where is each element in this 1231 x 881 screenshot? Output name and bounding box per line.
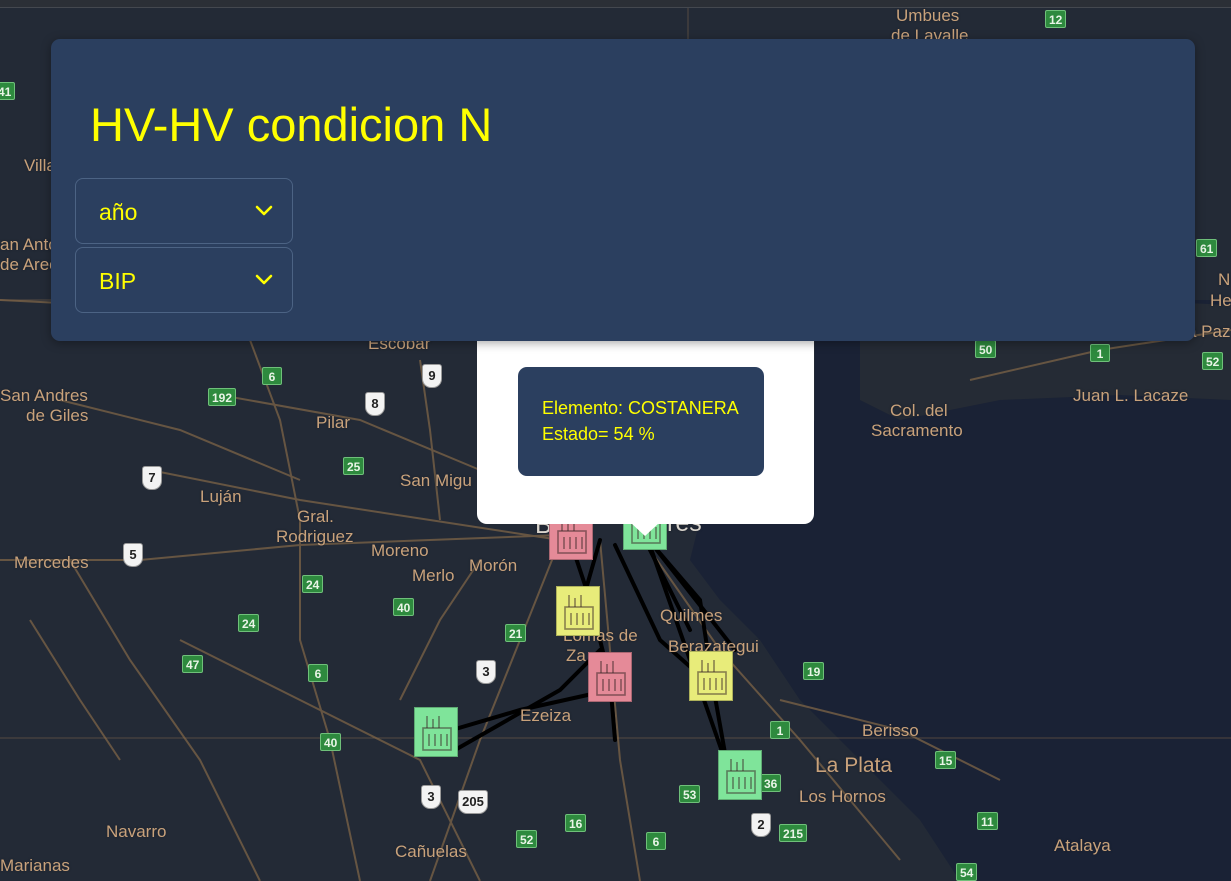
place-label: Navarro [106,822,167,841]
factory-icon [422,716,452,751]
place-label: San Migu [400,471,472,490]
route-shield: 1 [770,721,790,739]
year-select-label: año [99,199,138,225]
route-shield: 16 [565,814,587,832]
route-shield: 3 [421,785,441,809]
factory-icon [596,661,626,696]
route-shield: 40 [320,733,342,751]
power-plant-marker[interactable] [689,651,733,701]
place-label: Za [566,646,586,665]
page-title: HV-HV condicion N [90,98,493,151]
route-shield: 40 [393,598,415,616]
route-shield: 11 [977,812,998,830]
place-label: de Giles [26,406,89,425]
route-shield: 52 [516,830,538,848]
place-label: Col. del [890,401,948,420]
place-label: Morón [469,556,518,575]
place-label: Gral. [297,507,334,526]
route-shield: 5 [123,543,143,567]
route-shield: 6 [646,832,666,850]
place-label: Atalaya [1054,836,1111,855]
route-shield: 1 [1090,344,1110,362]
route-shield: 205 [458,790,488,814]
power-plant-marker[interactable] [556,586,600,636]
route-shield: 2 [751,813,771,837]
route-shield: 6 [308,664,328,682]
route-shield: 6 [262,367,282,385]
factory-icon [726,759,756,794]
place-label: Juan L. Lacaze [1073,386,1189,405]
place-label: Sacramento [871,421,963,440]
place-label: Mercedes [14,553,89,572]
power-plant-marker[interactable] [718,750,762,800]
route-shield: 215 [779,824,808,842]
place-label: Ezeiza [520,706,572,725]
place-label: He [1210,291,1231,310]
power-plant-marker[interactable] [414,707,458,757]
place-label: Moreno [371,541,429,560]
route-shield: 52 [1202,352,1224,370]
place-label: La Plata [815,754,893,777]
place-label: Luján [200,487,242,506]
bip-select-label: BIP [99,268,137,294]
control-panel: HV-HV condicion N año BIP [51,39,1195,341]
popup-pointer [631,523,659,536]
route-shield: 7 [142,466,162,490]
place-label: Cañuelas [395,842,467,861]
route-shield: 53 [679,785,701,803]
place-label: San Andres [0,386,88,405]
route-shield: 3 [476,660,496,684]
place-label: Los Hornos [799,787,886,806]
place-label: an Anto [0,235,58,254]
place-label: N [1218,270,1231,289]
route-shield: 41 [0,82,16,100]
route-shield: 61 [1196,239,1218,257]
route-shield: 25 [343,457,365,475]
place-label: Merlo [412,566,455,585]
place-label: Umbues [896,6,960,25]
place-label: Marianas [0,856,70,875]
place-label: Pilar [316,413,351,432]
route-shield: 24 [302,575,324,593]
map-popup: Elemento: COSTANERA Estado= 54 % [477,341,814,536]
route-shield: 36 [760,774,782,792]
route-shield: 8 [365,392,385,416]
route-shield: 12 [1045,10,1067,28]
route-shield: 9 [422,364,442,388]
route-shield: 19 [803,662,825,680]
route-shield: 15 [935,751,957,769]
route-shield: 24 [238,614,260,632]
tooltip-status: Estado= 54 % [542,424,655,444]
year-select[interactable]: año [75,178,293,244]
place-label: Rodriguez [276,527,354,546]
tooltip-element-name: Elemento: COSTANERA [542,398,739,418]
place-label: Berisso [862,721,919,740]
chevron-down-icon [255,274,273,285]
place-label: Quilmes [660,606,723,625]
bip-select[interactable]: BIP [75,247,293,313]
route-shield: 50 [975,340,997,358]
route-shield: 47 [182,655,204,673]
factory-icon [564,595,594,630]
power-plant-marker[interactable] [588,652,632,702]
route-shield: 192 [208,388,237,406]
route-shield: 54 [956,863,978,881]
chevron-down-icon [255,205,273,216]
tooltip-box: Elemento: COSTANERA Estado= 54 % [518,367,764,476]
route-shield: 21 [505,624,527,642]
factory-icon [697,660,727,695]
window-top-bar [0,0,1231,8]
